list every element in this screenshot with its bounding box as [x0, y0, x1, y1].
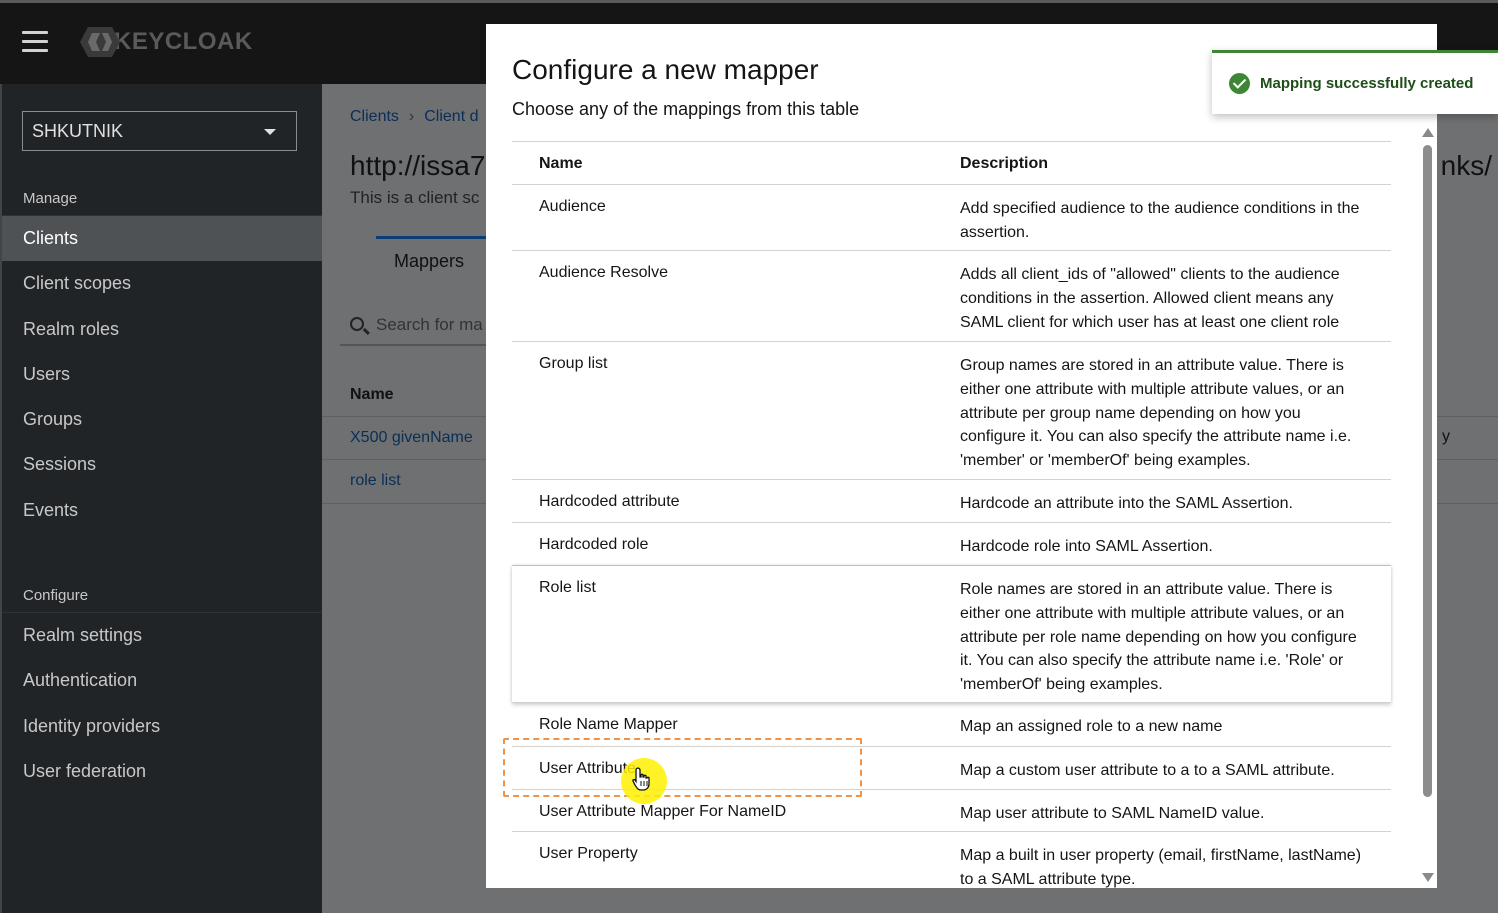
scroll-down-arrow-icon[interactable]	[1422, 873, 1434, 882]
modal-subtitle: Choose any of the mappings from this tab…	[512, 99, 860, 119]
breadcrumb: Clients › Client d	[350, 108, 478, 126]
mapper-description: Group names are stored in an attribute v…	[960, 357, 1352, 470]
breadcrumb-client[interactable]: Client d	[424, 108, 478, 125]
hand-pointer-icon	[632, 767, 650, 791]
nav-section-manage: Manage	[2, 182, 322, 216]
sidebar-item-sessions[interactable]: Sessions	[2, 442, 322, 487]
column-header-name: Name	[539, 155, 583, 172]
logo-text: KEYCLOAK	[114, 28, 253, 55]
mapper-description: Map user attribute to SAML NameID value.	[960, 805, 1265, 822]
success-toast: Mapping successfully created	[1212, 50, 1498, 114]
sidebar-item-client-scopes[interactable]: Client scopes	[2, 261, 322, 306]
row-tail-text: y	[1442, 428, 1450, 445]
sidebar-item-groups[interactable]: Groups	[2, 397, 322, 442]
nav-group-manage: Manage Clients Client scopes Realm roles…	[2, 182, 322, 533]
mapper-name: User Attribute Mapper For NameID	[539, 803, 787, 820]
mapper-link[interactable]: X500 givenName	[350, 429, 473, 447]
table-row-user-property[interactable]: User Property Map a built in user proper…	[512, 832, 1391, 888]
breadcrumb-clients[interactable]: Clients	[350, 108, 399, 125]
breadcrumb-separator-icon: ›	[408, 108, 415, 125]
table-row-group-list[interactable]: Group list Group names are stored in an …	[512, 342, 1391, 480]
mapper-name: Hardcoded role	[539, 536, 649, 553]
realm-name: SHKUTNIK	[32, 121, 124, 141]
keycloak-logo[interactable]: KEYCLOAK	[80, 25, 253, 59]
table-row-hardcoded-attribute[interactable]: Hardcoded attribute Hardcode an attribut…	[512, 480, 1391, 523]
keycloak-logo-icon	[80, 27, 120, 57]
mapper-link[interactable]: role list	[350, 472, 401, 490]
mapper-description: Map an assigned role to a new name	[960, 718, 1223, 735]
mapper-name: Audience	[539, 198, 606, 215]
mapper-description: Add specified audience to the audience c…	[960, 200, 1360, 241]
mapper-description: Adds all client_ids of "allowed" clients…	[960, 266, 1340, 331]
modal-scrollbar[interactable]	[1423, 145, 1432, 797]
sidebar-item-realm-roles[interactable]: Realm roles	[2, 307, 322, 352]
nav-section-configure: Configure	[2, 579, 322, 613]
mapper-name: Role list	[539, 579, 596, 596]
nav-group-configure: Configure Realm settings Authentication …	[2, 579, 322, 794]
sidebar: SHKUTNIK Manage Clients Client scopes Re…	[0, 84, 322, 913]
sidebar-item-realm-settings[interactable]: Realm settings	[2, 613, 322, 658]
page-subtitle: This is a client sc	[350, 188, 480, 207]
sidebar-item-user-federation[interactable]: User federation	[2, 749, 322, 794]
sidebar-item-identity-providers[interactable]: Identity providers	[2, 704, 322, 749]
hamburger-menu-icon[interactable]	[22, 31, 48, 53]
mapper-name: Group list	[539, 355, 608, 372]
search-placeholder: Search for ma	[376, 315, 483, 334]
modal-title: Configure a new mapper	[512, 54, 819, 85]
table-header: Name Description	[512, 141, 1391, 185]
mapper-description: Role names are stored in an attribute va…	[960, 581, 1357, 694]
mapper-description: Hardcode role into SAML Assertion.	[960, 538, 1213, 555]
table-row-hardcoded-role[interactable]: Hardcoded role Hardcode role into SAML A…	[512, 523, 1391, 566]
caret-down-icon	[264, 129, 276, 135]
mapper-description: Map a built in user property (email, fir…	[960, 847, 1362, 888]
table-row-audience-resolve[interactable]: Audience Resolve Adds all client_ids of …	[512, 251, 1391, 342]
column-header-name: Name	[350, 386, 394, 403]
highlight-box	[503, 738, 862, 797]
column-header-description: Description	[960, 155, 1049, 172]
check-circle-icon	[1229, 73, 1250, 94]
mapper-description: Hardcode an attribute into the SAML Asse…	[960, 495, 1293, 512]
sidebar-item-users[interactable]: Users	[2, 352, 322, 397]
mapper-name: Audience Resolve	[539, 264, 668, 281]
page-title-tail: nks/	[1440, 150, 1492, 181]
mapper-name: Role Name Mapper	[539, 716, 678, 733]
mapper-name: Hardcoded attribute	[539, 493, 680, 510]
toast-message: Mapping successfully created	[1260, 75, 1474, 92]
sidebar-item-authentication[interactable]: Authentication	[2, 658, 322, 703]
search-icon	[350, 317, 364, 331]
search-input[interactable]: Search for ma	[340, 306, 490, 346]
scroll-up-arrow-icon[interactable]	[1422, 128, 1434, 137]
mapper-name: User Property	[539, 845, 638, 862]
sidebar-item-events[interactable]: Events	[2, 488, 322, 533]
realm-selector[interactable]: SHKUTNIK	[22, 111, 297, 151]
sidebar-item-clients[interactable]: Clients	[2, 216, 322, 262]
tab-mappers[interactable]: Mappers	[376, 236, 486, 282]
page-title: http://issa7	[350, 150, 486, 181]
table-row-role-list[interactable]: Role list Role names are stored in an at…	[512, 566, 1391, 703]
mapper-description: Map a custom user attribute to a to a SA…	[960, 762, 1335, 779]
table-row-audience[interactable]: Audience Add specified audience to the a…	[512, 185, 1391, 251]
